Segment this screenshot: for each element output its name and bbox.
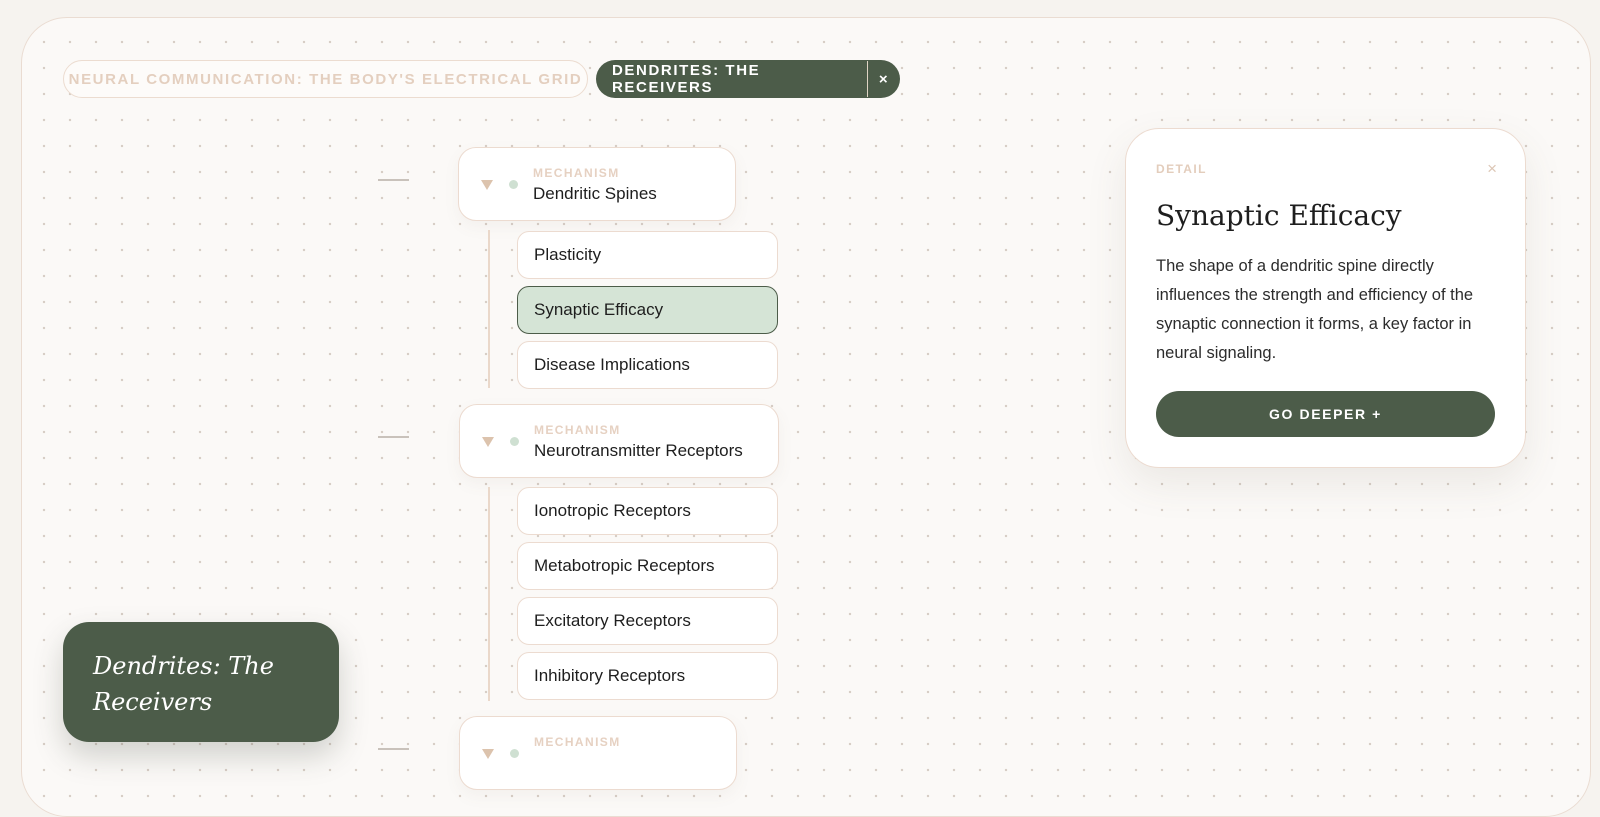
tree-branch-line (488, 230, 490, 388)
breadcrumb-active[interactable]: Dendrites: The Receivers × (596, 60, 900, 98)
leaf-synaptic-efficacy[interactable]: Synaptic Efficacy (517, 286, 778, 334)
tree-branch-line (488, 487, 490, 701)
detail-body: The shape of a dendritic spine directly … (1156, 257, 1474, 362)
breadcrumb-close-icon[interactable]: × (868, 71, 900, 88)
leaf-ionotropic-receptors[interactable]: Ionotropic Receptors (517, 487, 778, 535)
title-card: Dendrites: The Receivers (63, 622, 339, 742)
detail-heading: Synaptic Efficacy (1156, 199, 1402, 232)
title-card-text: Dendrites: The Receivers (93, 652, 274, 716)
status-dot-icon (510, 437, 519, 446)
status-dot-icon (509, 180, 518, 189)
collapse-triangle-icon[interactable] (481, 180, 493, 190)
tree-connector (378, 179, 409, 181)
breadcrumb-root-label: Neural Communication: The Body's Electri… (68, 70, 583, 88)
leaf-plasticity[interactable]: Plasticity (517, 231, 778, 279)
detail-panel: Detail × Synaptic Efficacy The shape of … (1125, 128, 1526, 468)
tree-connector (378, 748, 409, 750)
mechanism-node-neurotransmitter-receptors[interactable]: Mechanism Neurotransmitter Receptors (459, 404, 779, 478)
canvas-frame: Neural Communication: The Body's Electri… (21, 17, 1591, 817)
breadcrumb-root[interactable]: Neural Communication: The Body's Electri… (63, 60, 588, 98)
mechanism-node-partial[interactable]: Mechanism (459, 716, 737, 790)
mechanism-node-dendritic-spines[interactable]: Mechanism Dendritic Spines (458, 147, 736, 221)
breadcrumb-active-label: Dendrites: The Receivers (612, 62, 761, 96)
detail-close-icon[interactable]: × (1487, 159, 1497, 179)
leaf-disease-implications[interactable]: Disease Implications (517, 341, 778, 389)
tree-connector (378, 436, 409, 438)
go-deeper-button[interactable]: Go deeper + (1156, 391, 1495, 437)
leaf-excitatory-receptors[interactable]: Excitatory Receptors (517, 597, 778, 645)
collapse-triangle-icon[interactable] (482, 437, 494, 447)
mechanism-kind-label: Mechanism (534, 735, 621, 749)
status-dot-icon (510, 749, 519, 758)
mechanism-title: Neurotransmitter Receptors (534, 441, 743, 460)
collapse-triangle-icon[interactable] (482, 749, 494, 759)
leaf-metabotropic-receptors[interactable]: Metabotropic Receptors (517, 542, 778, 590)
mechanism-kind-label: Mechanism (534, 423, 621, 437)
mechanism-kind-label: Mechanism (533, 166, 620, 180)
mechanism-title: Dendritic Spines (533, 184, 657, 203)
leaf-inhibitory-receptors[interactable]: Inhibitory Receptors (517, 652, 778, 700)
detail-kicker: Detail (1156, 162, 1207, 176)
